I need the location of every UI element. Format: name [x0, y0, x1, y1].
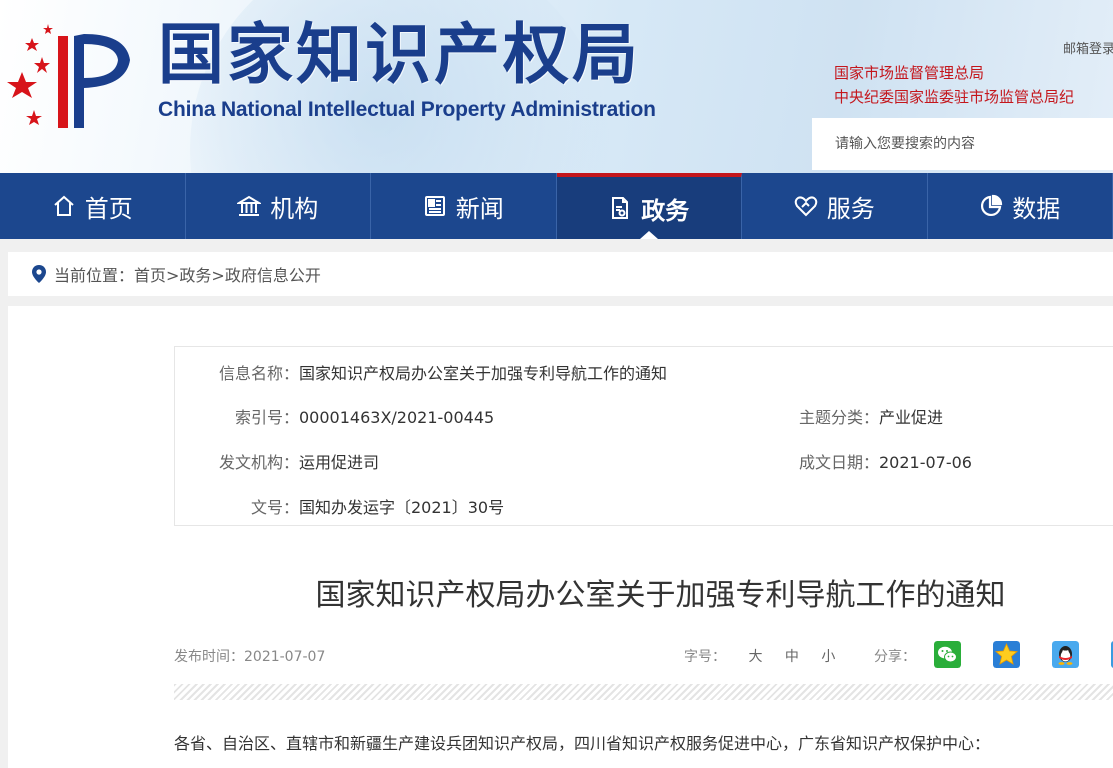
samr-link[interactable]: 国家市场监督管理总局: [834, 62, 984, 83]
institution-icon: [237, 195, 262, 216]
government-affairs-icon: [612, 197, 629, 219]
font-size-small-button[interactable]: 小: [821, 649, 835, 665]
info-value: 00001463X/2021-00445: [299, 408, 495, 427]
info-label: 文号：: [250, 498, 299, 517]
discipline-inspection-link[interactable]: 中央纪委国家监委驻市场监管总局纪: [834, 86, 1074, 107]
nav-item-home[interactable]: 首页: [0, 173, 186, 239]
info-label: 主题分类：: [798, 408, 879, 427]
info-row-name: 信息名称：国家知识产权局办公室关于加强专利导航工作的通知: [175, 360, 667, 384]
service-icon: [794, 196, 818, 217]
wechat-share-icon[interactable]: [934, 641, 961, 668]
nav-label: 服务: [826, 194, 875, 223]
info-value: 运用促进司: [299, 453, 380, 472]
nav-label: 政务: [641, 196, 690, 225]
font-size-large-button[interactable]: 大: [748, 649, 762, 665]
breadcrumb-prefix: 当前位置：: [54, 266, 135, 285]
info-label: 信息名称：: [218, 364, 299, 383]
site-header: 国家知识产权局 China National Intellectual Prop…: [0, 0, 1113, 173]
info-value: 国知办发运字〔2021〕30号: [299, 498, 505, 517]
nav-label: 机构: [270, 194, 319, 223]
breadcrumb-path[interactable]: 首页>政务>政府信息公开: [134, 262, 321, 286]
info-table: 信息名称：国家知识产权局办公室关于加强专利导航工作的通知 索引号：0000146…: [174, 346, 1113, 526]
nav-label: 数据: [1012, 194, 1061, 223]
article-title: 国家知识产权局办公室关于加强专利导航工作的通知: [315, 578, 1006, 613]
main-content: 信息名称：国家知识产权局办公室关于加强专利导航工作的通知 索引号：0000146…: [8, 306, 1113, 768]
publish-date: 发布时间：2021-07-07: [174, 649, 326, 665]
qq-share-icon[interactable]: [1052, 641, 1079, 668]
site-title-en: China National Intellectual Property Adm…: [158, 98, 656, 121]
info-label: 成文日期：: [798, 453, 879, 472]
news-icon: [424, 196, 445, 216]
info-row-docno: 文号：国知办发运字〔2021〕30号: [175, 494, 504, 518]
font-size-controls: 字号： 大 中 小: [684, 646, 835, 666]
nav-item-service[interactable]: 服务: [742, 173, 928, 239]
info-value: 国家知识产权局办公室关于加强专利导航工作的通知: [299, 364, 668, 383]
font-size-medium-button[interactable]: 中: [785, 649, 799, 665]
email-login-link[interactable]: 邮箱登录: [1063, 38, 1113, 57]
font-size-label: 字号：: [684, 649, 726, 665]
home-icon: [54, 195, 74, 216]
qzone-share-icon[interactable]: [993, 641, 1020, 668]
active-caret: [639, 231, 658, 239]
nav-label: 新闻: [455, 194, 504, 223]
info-label: 索引号：: [234, 408, 299, 427]
main-nav: 首页 机构 新闻 政务 服务 数据: [0, 173, 1113, 239]
breadcrumb: 当前位置： 首页>政务>政府信息公开: [8, 252, 1113, 296]
nav-item-data[interactable]: 数据: [928, 173, 1113, 239]
info-row-date: 成文日期：2021-07-06: [755, 449, 972, 473]
cnipa-emblem-icon[interactable]: [4, 18, 144, 133]
search-input[interactable]: [812, 118, 1113, 170]
nav-item-news[interactable]: 新闻: [371, 173, 557, 239]
nav-label: 首页: [84, 194, 133, 223]
info-row-topic: 主题分类：产业促进: [755, 404, 943, 428]
article-title-wrap: 国家知识产权局办公室关于加强专利导航工作的通知: [8, 570, 1113, 614]
nav-item-government-affairs[interactable]: 政务: [556, 173, 742, 239]
location-pin-icon: [32, 265, 46, 283]
data-chart-icon: [981, 194, 1003, 216]
share-label: 分享：: [874, 649, 916, 665]
info-value: 产业促进: [879, 408, 944, 427]
article-salutation: 各省、自治区、直辖市和新疆生产建设兵团知识产权局，四川省知识产权服务促进中心，广…: [174, 734, 991, 753]
info-value: 2021-07-06: [879, 453, 972, 472]
info-label: 发文机构：: [218, 453, 299, 472]
info-row-index: 索引号：00001463X/2021-00445: [175, 404, 494, 428]
nav-item-institution[interactable]: 机构: [186, 173, 371, 239]
divider-stripe: [174, 684, 1113, 700]
info-row-issuer: 发文机构：运用促进司: [175, 449, 379, 473]
site-title-cn: 国家知识产权局: [158, 16, 641, 93]
